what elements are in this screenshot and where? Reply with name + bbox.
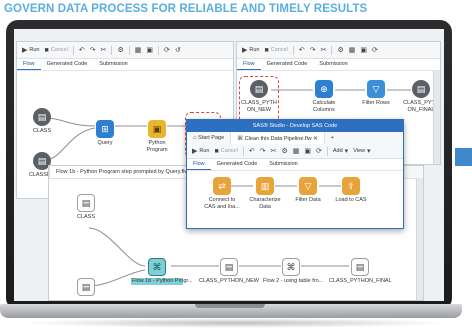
filter-icon: ▽	[367, 80, 385, 98]
node-label-line1: Calculate	[312, 100, 336, 106]
python-icon: ▣	[148, 120, 166, 138]
laptop-shadow	[20, 318, 450, 328]
node-label-line1: CLASS_PYTH	[241, 100, 277, 106]
calculate-columns-node[interactable]: ⊕ Calculate Columns	[307, 80, 341, 113]
node-label: CLASS_PYTHON_NEW	[199, 278, 259, 284]
flow-2-node[interactable]: ⌘ Flow 2 - using table fro...	[263, 258, 324, 285]
flow-python-node[interactable]: ⌘ Flow 1b - Python Progr...	[131, 258, 193, 285]
upload-icon: ⇪	[342, 177, 360, 195]
class-python-final-node[interactable]: ▤ CLASS_PYTHON_FINAL	[329, 258, 392, 285]
lower-table-node[interactable]: ▤	[73, 278, 99, 296]
table-icon: ▤	[77, 278, 95, 296]
node-label-line2: Columns	[313, 106, 335, 113]
node-label: CLASS	[32, 128, 52, 134]
node-label: CLASS_PYTHON_NEW	[241, 100, 277, 113]
headline: GOVERN DATA PROCESS FOR RELIABLE AND TIM…	[4, 3, 368, 15]
node-label-line2: Program	[146, 146, 168, 153]
class-python-new-node[interactable]: ▤ CLASS_PYTHON_NEW	[241, 80, 277, 113]
node-label: Filter Rows	[362, 100, 390, 106]
node-label: Load to CAS	[335, 197, 367, 203]
flow-icon: ⌘	[282, 258, 300, 276]
class-table-node[interactable]: ▤ CLASS	[71, 194, 101, 221]
filter-rows-node[interactable]: ▽ Filter Rows	[357, 80, 395, 107]
node-label: Calculate Columns	[307, 100, 341, 113]
table-icon: ▤	[250, 80, 268, 98]
laptop-notch	[195, 304, 265, 308]
node-label: Python Program	[141, 140, 173, 153]
node-label-line2: ON_FINAL	[407, 106, 435, 113]
node-label: Filter Data	[295, 197, 321, 203]
class-table-node[interactable]: ▤ CLASS	[27, 108, 57, 135]
node-label: CLASS_PYTHON_FINAL	[329, 278, 392, 284]
node-label: Flow 1b - Python Progr...	[131, 278, 193, 285]
chart-icon: ▥	[256, 177, 274, 195]
node-label: Connect to CAS and loa...	[201, 197, 243, 210]
vertical-scrollbar[interactable]	[433, 70, 440, 164]
node-label-line2: ON_NEW	[246, 106, 272, 113]
side-accent-stripe	[455, 148, 472, 166]
query-node[interactable]: ⊞ Query	[89, 120, 121, 147]
query-icon: ⊞	[96, 120, 114, 138]
node-label-line1: Characterize	[249, 197, 281, 203]
node-label-line2: Data	[259, 203, 271, 210]
laptop-screen: ▶ Run ■ Cancel ↶ ↷ ✂ ⚙ ▦ ▣ ⟳ ↺ Flow Genera…	[14, 29, 444, 301]
node-label-line1: Python	[148, 140, 166, 146]
flow-icon: ⌘	[148, 258, 166, 276]
table-icon: ▤	[77, 194, 95, 212]
load-to-cas-node[interactable]: ⇪ Load to CAS	[331, 177, 371, 204]
node-label: Query	[97, 140, 113, 146]
table-icon: ▤	[33, 108, 51, 126]
node-label: Flow 2 - using table fro...	[263, 278, 324, 284]
table-icon: ▤	[351, 258, 369, 276]
node-label: CLASS	[76, 214, 96, 220]
node-label: Characterize Data	[245, 197, 285, 210]
characterize-data-node[interactable]: ▥ Characterize Data	[245, 177, 285, 210]
class-python-new-node[interactable]: ▤ CLASS_PYTHON_NEW	[199, 258, 259, 285]
python-program-node[interactable]: ▣ Python Program	[141, 120, 173, 153]
connect-icon: ⇄	[213, 177, 231, 195]
filter-data-node[interactable]: ▽ Filter Data	[289, 177, 327, 204]
filter-icon: ▽	[299, 177, 317, 195]
vertical-scrollbar[interactable]	[416, 178, 423, 300]
connect-cas-node[interactable]: ⇄ Connect to CAS and loa...	[201, 177, 243, 210]
popup-flow-links	[231, 185, 341, 187]
table-icon: ▤	[220, 258, 238, 276]
table-icon: ▤	[412, 80, 430, 98]
node-label-line2: CAS and loa...	[204, 203, 240, 210]
sas-studio-window: SAS® Studio - Develop SAS Code ⌂ Start P…	[186, 119, 404, 229]
node-label-line1: Connect to	[208, 197, 236, 203]
calculator-icon: ⊕	[315, 80, 333, 98]
